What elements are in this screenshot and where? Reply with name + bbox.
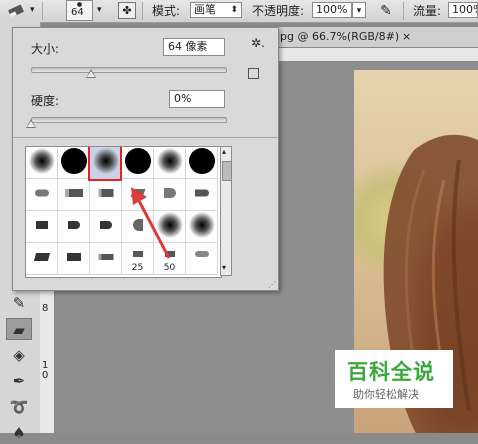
- eraser-tool-icon[interactable]: [6, 3, 28, 19]
- preset-grid-scrollbar[interactable]: ▴ ▾: [220, 146, 232, 276]
- angled-flat-preset[interactable]: [26, 243, 58, 275]
- opacity-label: 不透明度:: [252, 4, 305, 18]
- brush-picker-caret-icon[interactable]: ▾: [97, 5, 102, 15]
- flat-point-preset[interactable]: [90, 211, 122, 243]
- dodge-tool-icon[interactable]: ♠: [6, 422, 32, 444]
- round-bristle-preset[interactable]: [186, 179, 218, 211]
- watermark-subtitle: 助你轻松解决: [353, 388, 419, 401]
- soft-round-brush-preset[interactable]: [154, 147, 186, 179]
- brush-preset-picker[interactable]: 64: [66, 0, 93, 21]
- hard-round-brush-preset[interactable]: [186, 147, 218, 179]
- size-label: 大小:: [31, 42, 60, 56]
- panel-divider: [13, 137, 278, 138]
- hard-round-brush-preset[interactable]: [122, 147, 154, 179]
- hardness-slider-track[interactable]: [31, 117, 227, 123]
- opacity-input[interactable]: 100%: [312, 2, 352, 18]
- paint-bucket-tool-icon[interactable]: ◈: [6, 344, 32, 366]
- tool-preset-caret-icon[interactable]: ▾: [30, 5, 35, 15]
- watermark-title: 百科全说: [347, 360, 435, 384]
- document-tab[interactable]: pg @ 66.7%(RGB/8#) ×: [270, 27, 478, 48]
- pen-tool-icon[interactable]: ✒: [6, 370, 32, 392]
- size-slider-track[interactable]: [31, 67, 227, 73]
- hardness-label: 硬度:: [31, 94, 60, 108]
- options-bar: ▾ 64 ▾ ✤ 模式: 画笔 ⬍ 不透明度: 100% ▾ ✎ 流量: 100…: [0, 0, 478, 23]
- flat-blunt-preset[interactable]: [58, 243, 90, 275]
- round-bristle-preset[interactable]: [58, 211, 90, 243]
- soft-round-brush-preset[interactable]: [26, 147, 58, 179]
- opacity-dropdown-button[interactable]: ▾: [352, 2, 366, 18]
- mode-value: 画笔: [194, 3, 216, 16]
- airbrush-preset[interactable]: [186, 243, 218, 275]
- hardness-input[interactable]: 0%: [169, 90, 225, 108]
- soft-round-brush-preset[interactable]: [186, 211, 218, 243]
- scroll-up-arrow-icon[interactable]: ▴: [222, 147, 226, 156]
- size-slider-thumb[interactable]: [86, 69, 96, 78]
- ruler-mark: 0: [42, 370, 49, 381]
- size-input[interactable]: 64 像素: [163, 38, 225, 56]
- flat-bristle-preset[interactable]: [26, 211, 58, 243]
- hard-round-brush-preset[interactable]: [58, 147, 90, 179]
- flow-input[interactable]: 100%: [448, 2, 478, 18]
- brush-panel-toggle-icon[interactable]: ✤: [118, 2, 136, 19]
- selected-preset-highlight: [88, 147, 122, 181]
- brush-size-value: 64: [71, 7, 84, 18]
- panel-resize-grip-icon[interactable]: ⋰: [268, 280, 276, 289]
- panel-settings-gear-icon[interactable]: ✲.: [251, 36, 265, 50]
- brush-size-label-50: 50: [163, 263, 176, 273]
- lasso-tool-icon[interactable]: ➰: [6, 396, 32, 418]
- document-tab-close-icon[interactable]: ×: [402, 27, 411, 47]
- airbrush-preset[interactable]: [26, 179, 58, 211]
- round-point-preset[interactable]: [90, 243, 122, 275]
- brush-preset-picker-panel: 大小: 64 像素 ✲. 硬度: 0% 25 50 ▴ ▾ ⋰: [12, 27, 279, 291]
- ruler-mark: 8: [42, 303, 49, 314]
- flow-label: 流量:: [413, 4, 442, 18]
- top-ruler: [278, 47, 478, 62]
- hardness-slider-thumb[interactable]: [26, 119, 36, 128]
- mode-select[interactable]: 画笔 ⬍: [190, 2, 242, 18]
- reset-size-icon[interactable]: [248, 68, 259, 79]
- mode-select-caret-icon: ⬍: [230, 5, 238, 15]
- pressure-opacity-icon[interactable]: ✎: [376, 2, 396, 20]
- mode-label: 模式:: [152, 4, 181, 18]
- opacity-caret-icon: ▾: [356, 6, 362, 16]
- eraser-icon: ▰: [13, 321, 25, 339]
- document-tab-title: pg @ 66.7%(RGB/8#): [280, 30, 400, 43]
- brush-size-label-25: 25: [131, 263, 144, 273]
- scroll-thumb[interactable]: [222, 161, 232, 181]
- healing-brush-tool-icon[interactable]: ✎: [6, 292, 32, 314]
- scroll-down-arrow-icon[interactable]: ▾: [222, 263, 226, 272]
- flat-brush-preset[interactable]: [90, 179, 122, 211]
- flat-brush-preset[interactable]: [58, 179, 90, 211]
- red-arrow-annotation: [131, 187, 171, 259]
- eraser-tool-button[interactable]: ▰: [6, 318, 32, 340]
- watermark-logo: 百科全说 助你轻松解决: [335, 350, 453, 408]
